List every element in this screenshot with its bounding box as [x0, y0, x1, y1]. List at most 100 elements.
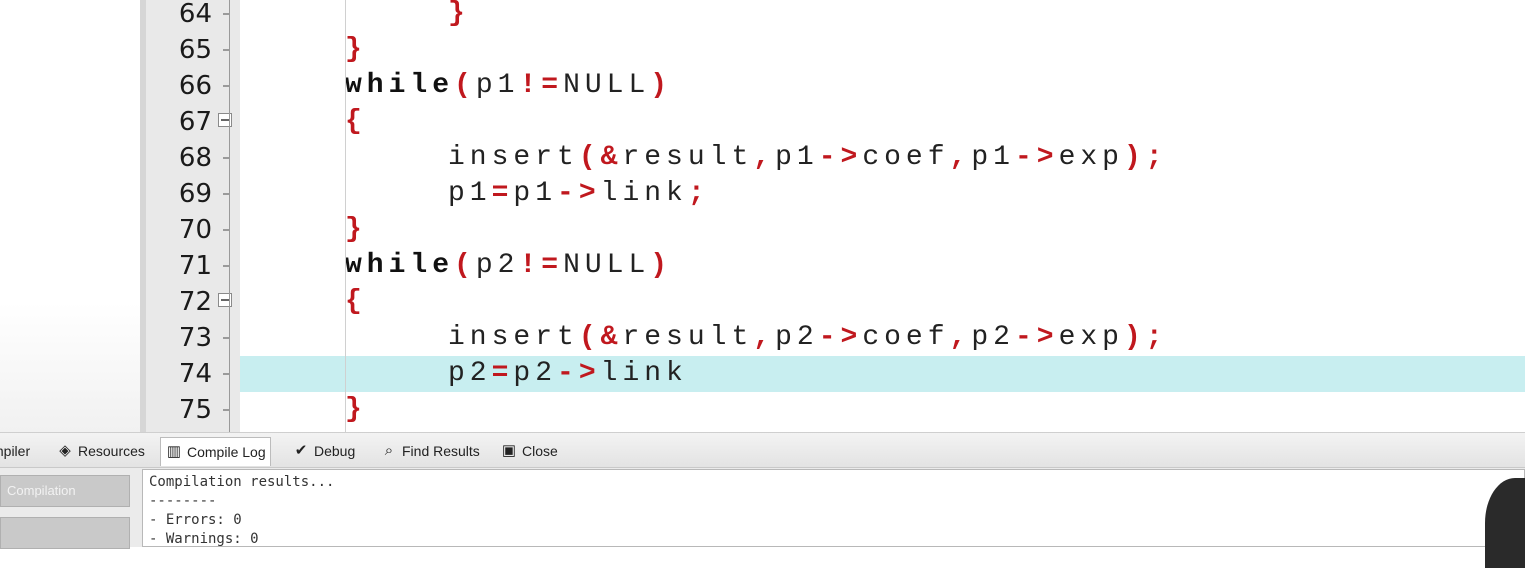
operator-token: } — [345, 34, 367, 65]
log-line: - Warnings: 0 — [149, 531, 259, 547]
operator-token: ) — [1123, 322, 1146, 353]
operator-token: & — [600, 322, 623, 353]
operator-token: , — [949, 322, 972, 353]
fold-guide-line — [229, 0, 230, 432]
code-text: } — [345, 392, 367, 428]
operator-token: ( — [454, 70, 476, 101]
identifier-token: insert — [448, 322, 579, 353]
code-text: { — [345, 284, 367, 320]
operator-token: } — [345, 214, 367, 245]
code-line-current[interactable]: 74 p2=p2->link — [140, 356, 1525, 392]
log-line: -------- — [149, 493, 217, 509]
code-text: p1=p1->link; — [448, 176, 710, 212]
identifier-token: p2 — [513, 358, 558, 389]
tab-mpiler[interactable]: mpiler — [0, 439, 34, 463]
identifier-token: link — [600, 358, 688, 389]
operator-token: ) — [650, 250, 673, 281]
debug-check-icon: ✔ — [294, 442, 308, 459]
line-number: 67 — [178, 107, 212, 137]
identifier-token: NULL — [563, 70, 651, 101]
code-text: while(p1!=NULL) — [345, 68, 672, 104]
identifier-token: coef — [862, 322, 950, 353]
operator-token: -> — [818, 142, 863, 173]
keyword-token: while — [345, 250, 455, 281]
operator-token: } — [448, 0, 470, 29]
code-line[interactable]: 64} — [140, 0, 1525, 32]
identifier-token: p1 — [475, 70, 520, 101]
line-number: 74 — [178, 359, 212, 389]
line-number: 69 — [178, 179, 212, 209]
tab-compile-log[interactable]: ▥ Compile Log — [160, 437, 271, 466]
resources-icon: ◈ — [59, 442, 71, 459]
tab-label: Debug — [314, 443, 356, 459]
identifier-token: p1 — [971, 142, 1015, 173]
compile-log-output[interactable]: Compilation results... -------- - Errors: … — [142, 469, 1525, 547]
operator-token: -> — [1014, 142, 1059, 173]
log-line: Compilation results... — [149, 474, 335, 490]
identifier-token: NULL — [563, 250, 651, 281]
operator-token: ( — [454, 250, 476, 281]
code-text: while(p2!=NULL) — [345, 248, 672, 284]
operator-token: , — [949, 142, 972, 173]
tab-close[interactable]: ▣ Close — [496, 439, 562, 463]
code-text: } — [345, 212, 367, 248]
operator-token: = — [491, 178, 514, 209]
current-line-highlight — [240, 356, 1525, 392]
line-number: 66 — [178, 71, 212, 101]
operator-token: , — [753, 322, 776, 353]
abort-compilation-button[interactable]: Compilation — [0, 475, 130, 507]
operator-token: -> — [818, 322, 863, 353]
identifier-token: p1 — [513, 178, 558, 209]
operator-token: ( — [578, 142, 601, 173]
operator-token: ) — [1123, 142, 1146, 173]
operator-token: -> — [1014, 322, 1059, 353]
operator-token: = — [541, 70, 564, 101]
bottom-panel: mpiler ◈ Resources ▥ Compile Log ✔ Debug ⌕ Find … — [0, 432, 1525, 549]
tab-label: mpiler — [0, 443, 31, 459]
operator-token: ! — [519, 70, 542, 101]
tab-find-results[interactable]: ⌕ Find Results — [376, 439, 484, 463]
identifier-token: p2 — [971, 322, 1015, 353]
identifier-token: coef — [862, 142, 950, 173]
identifier-token: p1 — [775, 142, 819, 173]
code-line[interactable]: 67 { — [140, 104, 1525, 140]
code-text: { — [345, 104, 367, 140]
code-text: } — [345, 32, 367, 68]
operator-token: = — [541, 250, 564, 281]
identifier-token: insert — [448, 142, 579, 173]
find-results-icon: ⌕ — [384, 442, 394, 459]
code-line[interactable]: 66 while(p1!=NULL) — [140, 68, 1525, 104]
code-line[interactable]: 65} — [140, 32, 1525, 68]
identifier-token: p2 — [448, 358, 492, 389]
line-number: 73 — [178, 323, 212, 353]
tab-label: Close — [522, 443, 558, 459]
code-line[interactable]: 71 while(p2!=NULL) — [140, 248, 1525, 284]
line-number: 64 — [178, 0, 212, 29]
identifier-token: p1 — [448, 178, 492, 209]
tab-resources[interactable]: ◈ Resources — [52, 439, 149, 463]
operator-token: ; — [687, 178, 710, 209]
identifier-token: exp — [1058, 322, 1124, 353]
operator-token: -> — [557, 358, 601, 389]
indent-guide — [345, 0, 346, 432]
operator-token: ; — [1145, 322, 1168, 353]
side-button-blank[interactable] — [0, 517, 130, 549]
operator-token: { — [345, 106, 367, 137]
code-line[interactable]: 68 insert(&result,p1->coef,p1->exp); — [140, 140, 1525, 176]
operator-token: , — [753, 142, 776, 173]
log-line: - Errors: 0 — [149, 512, 242, 528]
code-text: p2=p2->link — [448, 356, 688, 392]
code-line[interactable]: 70} — [140, 212, 1525, 248]
code-line[interactable]: 75} — [140, 392, 1525, 428]
identifier-token: p2 — [775, 322, 819, 353]
code-line[interactable]: 69 p1=p1->link; — [140, 176, 1525, 212]
identifier-token: link — [600, 178, 688, 209]
line-number: 71 — [178, 251, 212, 281]
operator-token: ) — [650, 70, 673, 101]
code-line[interactable]: 72 { — [140, 284, 1525, 320]
operator-token: -> — [557, 178, 601, 209]
code-line[interactable]: 73 insert(&result,p2->coef,p2->exp); — [140, 320, 1525, 356]
tab-label: Resources — [78, 443, 145, 459]
tab-debug[interactable]: ✔ Debug — [288, 439, 359, 463]
line-number: 70 — [178, 215, 212, 245]
